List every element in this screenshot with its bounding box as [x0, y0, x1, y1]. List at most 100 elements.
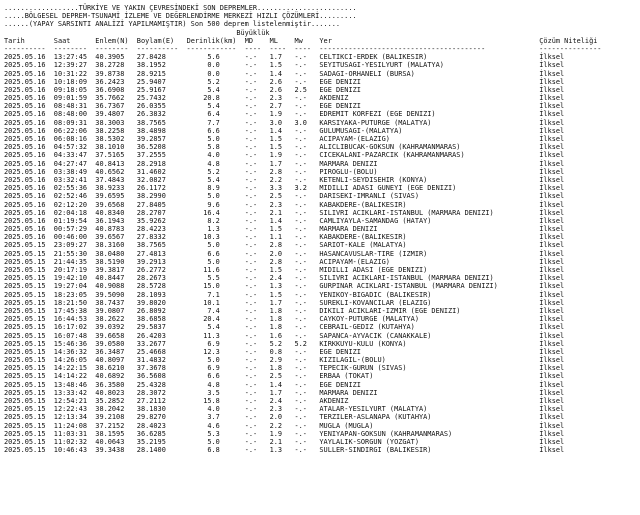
row-mw: -.- [294, 159, 320, 168]
row-depth: 20.4 [186, 315, 245, 324]
row-longitude: 38.7565 [136, 118, 187, 127]
row-mw: -.- [294, 421, 320, 430]
row-solution: İlksel [539, 257, 565, 266]
row-ml: 2.3 [269, 200, 295, 209]
table-row: 2025.05.16 12:39:27 38.2728 38.1952 0.0 … [4, 61, 640, 69]
row-latitude: 39.0580 [95, 339, 137, 348]
row-mw: 3.2 [294, 184, 320, 193]
row-depth: 5.4 [186, 175, 245, 184]
row-mw: -.- [294, 437, 320, 446]
row-location: SAPANCA-AYVACIK (CANAKKALE) [319, 331, 540, 340]
row-solution: İlksel [539, 388, 565, 397]
row-depth: 6.6 [186, 372, 245, 381]
row-ml: 2.2 [269, 175, 295, 184]
row-ml: 5.2 [269, 339, 295, 348]
row-solution: İlksel [539, 266, 565, 274]
row-ml: 2.8 [269, 241, 295, 250]
row-longitude: 28.2918 [136, 159, 187, 168]
row-solution: İlksel [539, 249, 565, 258]
row-time: 17:45:38 [53, 306, 96, 315]
row-time: 15:46:36 [53, 339, 96, 348]
row-latitude: 39.6658 [95, 331, 137, 340]
row-longitude: 39.8020 [136, 298, 187, 307]
row-solution: İlksel [539, 446, 565, 455]
table-row: 2025.05.16 06:08:16 38.5302 39.2857 5.0 … [4, 135, 640, 143]
row-date: 2025.05.15 [4, 331, 54, 340]
row-ml: 2.0 [269, 249, 295, 258]
row-depth: 5.0 [186, 437, 245, 446]
row-latitude: 38.5190 [95, 257, 137, 266]
row-md: -.- [244, 339, 270, 348]
row-ml: 2.5 [269, 372, 295, 381]
row-date: 2025.05.16 [4, 110, 54, 119]
row-longitude: 38.4898 [136, 126, 187, 135]
row-time: 14:14:22 [53, 372, 96, 381]
row-depth: 5.5 [186, 274, 245, 283]
row-latitude: 35.2852 [95, 397, 137, 405]
row-date: 2025.05.15 [4, 306, 54, 315]
table-row: 2025.05.15 13:48:46 36.3580 25.4328 4.8 … [4, 381, 640, 389]
row-solution: İlksel [539, 77, 565, 86]
table-row: 2025.05.16 10:31:22 39.8738 28.9215 0.0 … [4, 70, 640, 78]
row-md: -.- [244, 225, 270, 234]
table-row: 2025.05.16 08:48:00 39.4807 26.3832 6.4 … [4, 110, 640, 118]
row-date: 2025.05.15 [4, 437, 54, 446]
column-enlem: Enlem(N) [95, 36, 137, 45]
table-row: 2025.05.15 23:09:27 38.3160 38.7565 5.0 … [4, 241, 640, 249]
row-date: 2025.05.16 [4, 167, 54, 176]
row-time: 11:24:08 [53, 421, 96, 430]
row-ml: 1.7 [269, 298, 295, 307]
table-row: 2025.05.16 06:22:06 38.2258 38.4898 6.6 … [4, 127, 640, 135]
row-ml: 1.7 [269, 159, 295, 168]
row-date: 2025.05.16 [4, 216, 54, 225]
row-latitude: 40.8097 [95, 356, 137, 365]
row-ml: 1.5 [269, 61, 295, 70]
row-md: -.- [244, 290, 270, 299]
row-longitude: 27.8405 [136, 200, 187, 209]
row-time: 13:27:45 [53, 53, 96, 62]
row-longitude: 27.4813 [136, 249, 187, 258]
row-mw: -.- [294, 331, 320, 340]
row-location: DARISEKI-IMRANLI (SIVAS) [319, 192, 540, 201]
row-longitude: 29.5837 [136, 323, 187, 332]
row-mw: -.- [294, 241, 320, 250]
row-solution: İlksel [539, 429, 565, 438]
row-latitude: 38.1010 [95, 143, 137, 152]
row-md: -.- [244, 184, 270, 193]
row-solution: İlksel [539, 184, 565, 193]
row-ml: 2.5 [269, 192, 295, 201]
row-solution: İlksel [539, 274, 565, 283]
row-time: 19:42:10 [53, 274, 96, 283]
row-date: 2025.05.15 [4, 388, 54, 397]
row-solution: İlksel [539, 298, 565, 307]
table-row: 2025.05.15 12:54:21 35.2852 27.2112 15.8… [4, 397, 640, 405]
row-time: 10:46:43 [53, 446, 96, 455]
row-location: ALICLIBUCAK-GOKSUN (KAHRAMANMARAS) [319, 143, 540, 152]
row-md: -.- [244, 110, 270, 119]
row-ml: 1.5 [269, 135, 295, 143]
row-md: -.- [244, 53, 270, 62]
row-latitude: 38.2042 [95, 405, 137, 414]
table-row: 2025.05.16 03:38:49 40.6562 31.4602 5.2 … [4, 168, 640, 176]
row-date: 2025.05.15 [4, 274, 54, 283]
row-depth: 7.1 [186, 290, 245, 299]
table-row: 2025.05.16 01:19:54 36.1943 35.9262 8.2 … [4, 217, 640, 225]
row-md: -.- [244, 135, 270, 143]
row-longitude: 28.4023 [136, 421, 187, 430]
row-longitude: 28.4223 [136, 225, 187, 234]
table-row: 2025.05.15 16:17:02 39.0392 29.5837 5.4 … [4, 323, 640, 331]
row-latitude: 36.1943 [95, 216, 137, 225]
row-longitude: 28.9215 [136, 69, 187, 78]
row-mw: -.- [294, 429, 320, 438]
row-time: 12:54:21 [53, 397, 96, 405]
table-row: 2025.05.16 08:09:31 38.3003 38.7565 7.7 … [4, 119, 640, 127]
row-location: SULLER-SINDIRGI (BALIKESIR) [319, 446, 540, 455]
row-latitude: 40.8783 [95, 225, 137, 234]
row-date: 2025.05.15 [4, 446, 54, 455]
row-mw: -.- [294, 249, 320, 258]
row-mw: -.- [294, 282, 320, 291]
row-md: -.- [244, 380, 270, 389]
row-location: SILIVRI ACIKLARI-ISTANBUL (MARMARA DENIZ… [319, 208, 540, 217]
row-depth: 11.6 [186, 266, 245, 274]
row-time: 14:36:32 [53, 347, 96, 356]
